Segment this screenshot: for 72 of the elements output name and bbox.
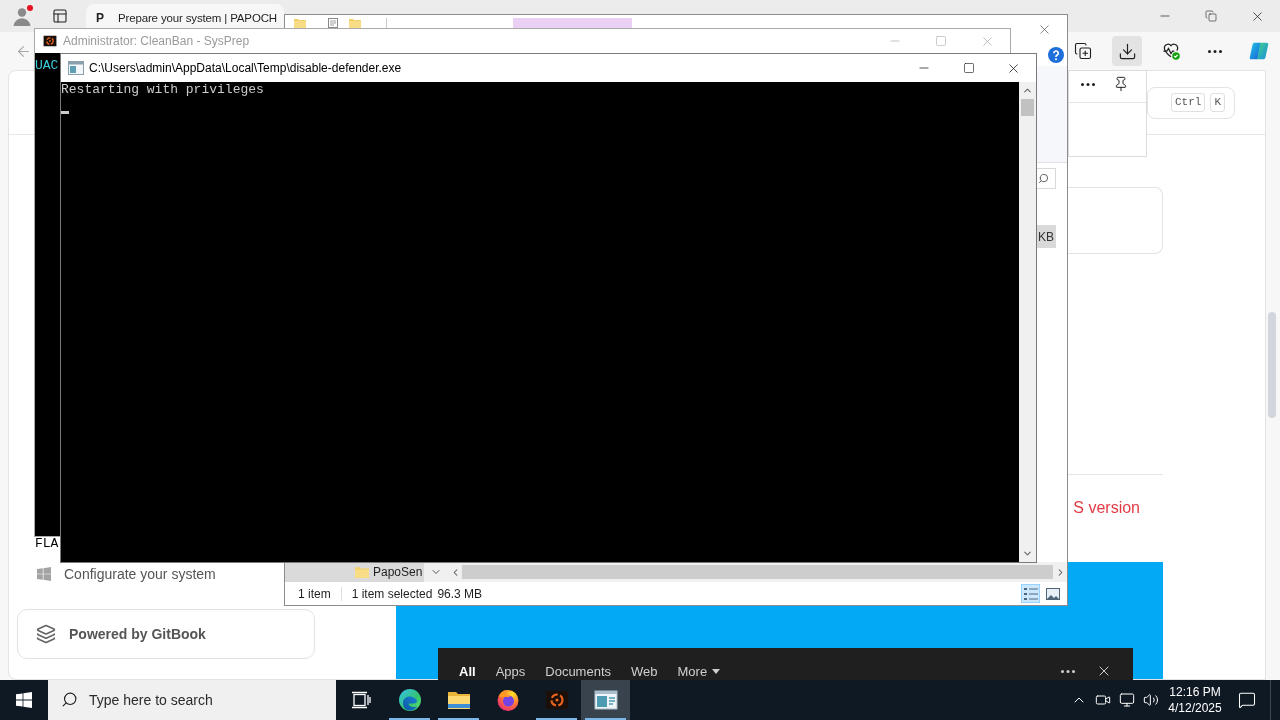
search-icon	[61, 691, 78, 708]
view-button[interactable]	[1021, 584, 1040, 603]
window-title: Administrator: CleanBan - SysPrep	[63, 33, 250, 50]
search-tab[interactable]: Apps	[495, 664, 526, 679]
chevron-down-icon	[1022, 548, 1033, 559]
tab-actions-icon	[52, 8, 68, 24]
camera-icon	[1095, 692, 1111, 708]
collections-icon	[1074, 42, 1092, 60]
shortcut-key: K	[1210, 93, 1225, 112]
folder-icon	[355, 566, 369, 578]
status-text: 1 item	[298, 585, 331, 603]
search-tab[interactable]: Web	[631, 664, 658, 679]
tab-favicon: P	[96, 11, 105, 25]
help-button[interactable]	[1048, 47, 1064, 63]
layers-icon	[36, 624, 56, 644]
caret-down-icon	[712, 669, 721, 674]
console-text: Restarting with privileges	[61, 82, 264, 98]
search-tab[interactable]: All	[459, 664, 476, 679]
more-icon	[1061, 669, 1075, 673]
search-field[interactable]: Ctrl K	[1147, 86, 1235, 119]
window-icon	[593, 689, 618, 711]
search-field[interactable]: Type here to search	[48, 680, 336, 720]
folder-icon	[294, 18, 306, 28]
sidebar-item[interactable]: Configurate your system	[37, 564, 216, 584]
downloads-button[interactable]	[1112, 36, 1142, 66]
details-view-icon	[1023, 587, 1038, 600]
maximize-icon	[935, 35, 947, 47]
folder-icon	[349, 18, 361, 28]
scroll-down-button[interactable]	[424, 562, 448, 582]
table-cell: KB	[1037, 225, 1056, 248]
folder-icon	[446, 689, 471, 711]
search-icon	[1038, 172, 1049, 184]
firefox-icon	[495, 688, 520, 712]
footer-link[interactable]: Powered by GitBook	[17, 609, 315, 659]
scrollbar-thumb[interactable]	[1021, 99, 1034, 116]
maximize-icon	[962, 62, 975, 74]
status-text: 1 item selected	[351, 585, 433, 603]
pin-icon	[1113, 76, 1129, 92]
avatar-icon	[11, 5, 33, 27]
more-icon	[1081, 82, 1095, 86]
window-icon	[68, 61, 84, 75]
help-icon	[1048, 47, 1064, 63]
status-text: 96.3 MB	[437, 585, 483, 603]
clock-date[interactable]: 4/12/2025	[1168, 700, 1222, 716]
large-icons-view-icon	[1045, 587, 1060, 600]
page-text: FLA	[35, 537, 59, 550]
download-icon	[1117, 41, 1137, 61]
clock-time[interactable]: 12:16 PM	[1169, 684, 1221, 700]
monitor-icon	[1119, 692, 1135, 708]
windows-icon	[16, 692, 32, 708]
taskbar-button[interactable]	[581, 680, 630, 720]
windows-icon	[37, 567, 51, 581]
copilot-icon	[1248, 40, 1270, 62]
shortcut-key: Ctrl	[1171, 93, 1206, 112]
app-icon	[544, 688, 569, 712]
console-text: UAC	[35, 59, 59, 73]
restore-icon	[1205, 10, 1217, 22]
task-view-icon	[350, 690, 371, 710]
app-icon	[43, 34, 57, 48]
tab-actions-button[interactable]	[50, 6, 70, 26]
more-icon	[1208, 49, 1222, 53]
page-text: S version	[1073, 499, 1140, 517]
scrollbar-thumb[interactable]	[462, 565, 1053, 579]
volume-icon	[1143, 692, 1159, 708]
notifications-icon	[1238, 691, 1256, 709]
nav-item[interactable]: PapoSen	[285, 562, 424, 582]
search-tab[interactable]: Documents	[545, 664, 611, 679]
scrollbar-thumb[interactable]	[1268, 312, 1276, 418]
edge-browser-icon	[397, 688, 422, 712]
search-tab[interactable]: More	[677, 664, 721, 679]
window-title: C:\Users\admin\AppData\Local\Temp\disable-defender.exe	[89, 60, 402, 77]
heart-pulse-icon	[1161, 41, 1181, 61]
